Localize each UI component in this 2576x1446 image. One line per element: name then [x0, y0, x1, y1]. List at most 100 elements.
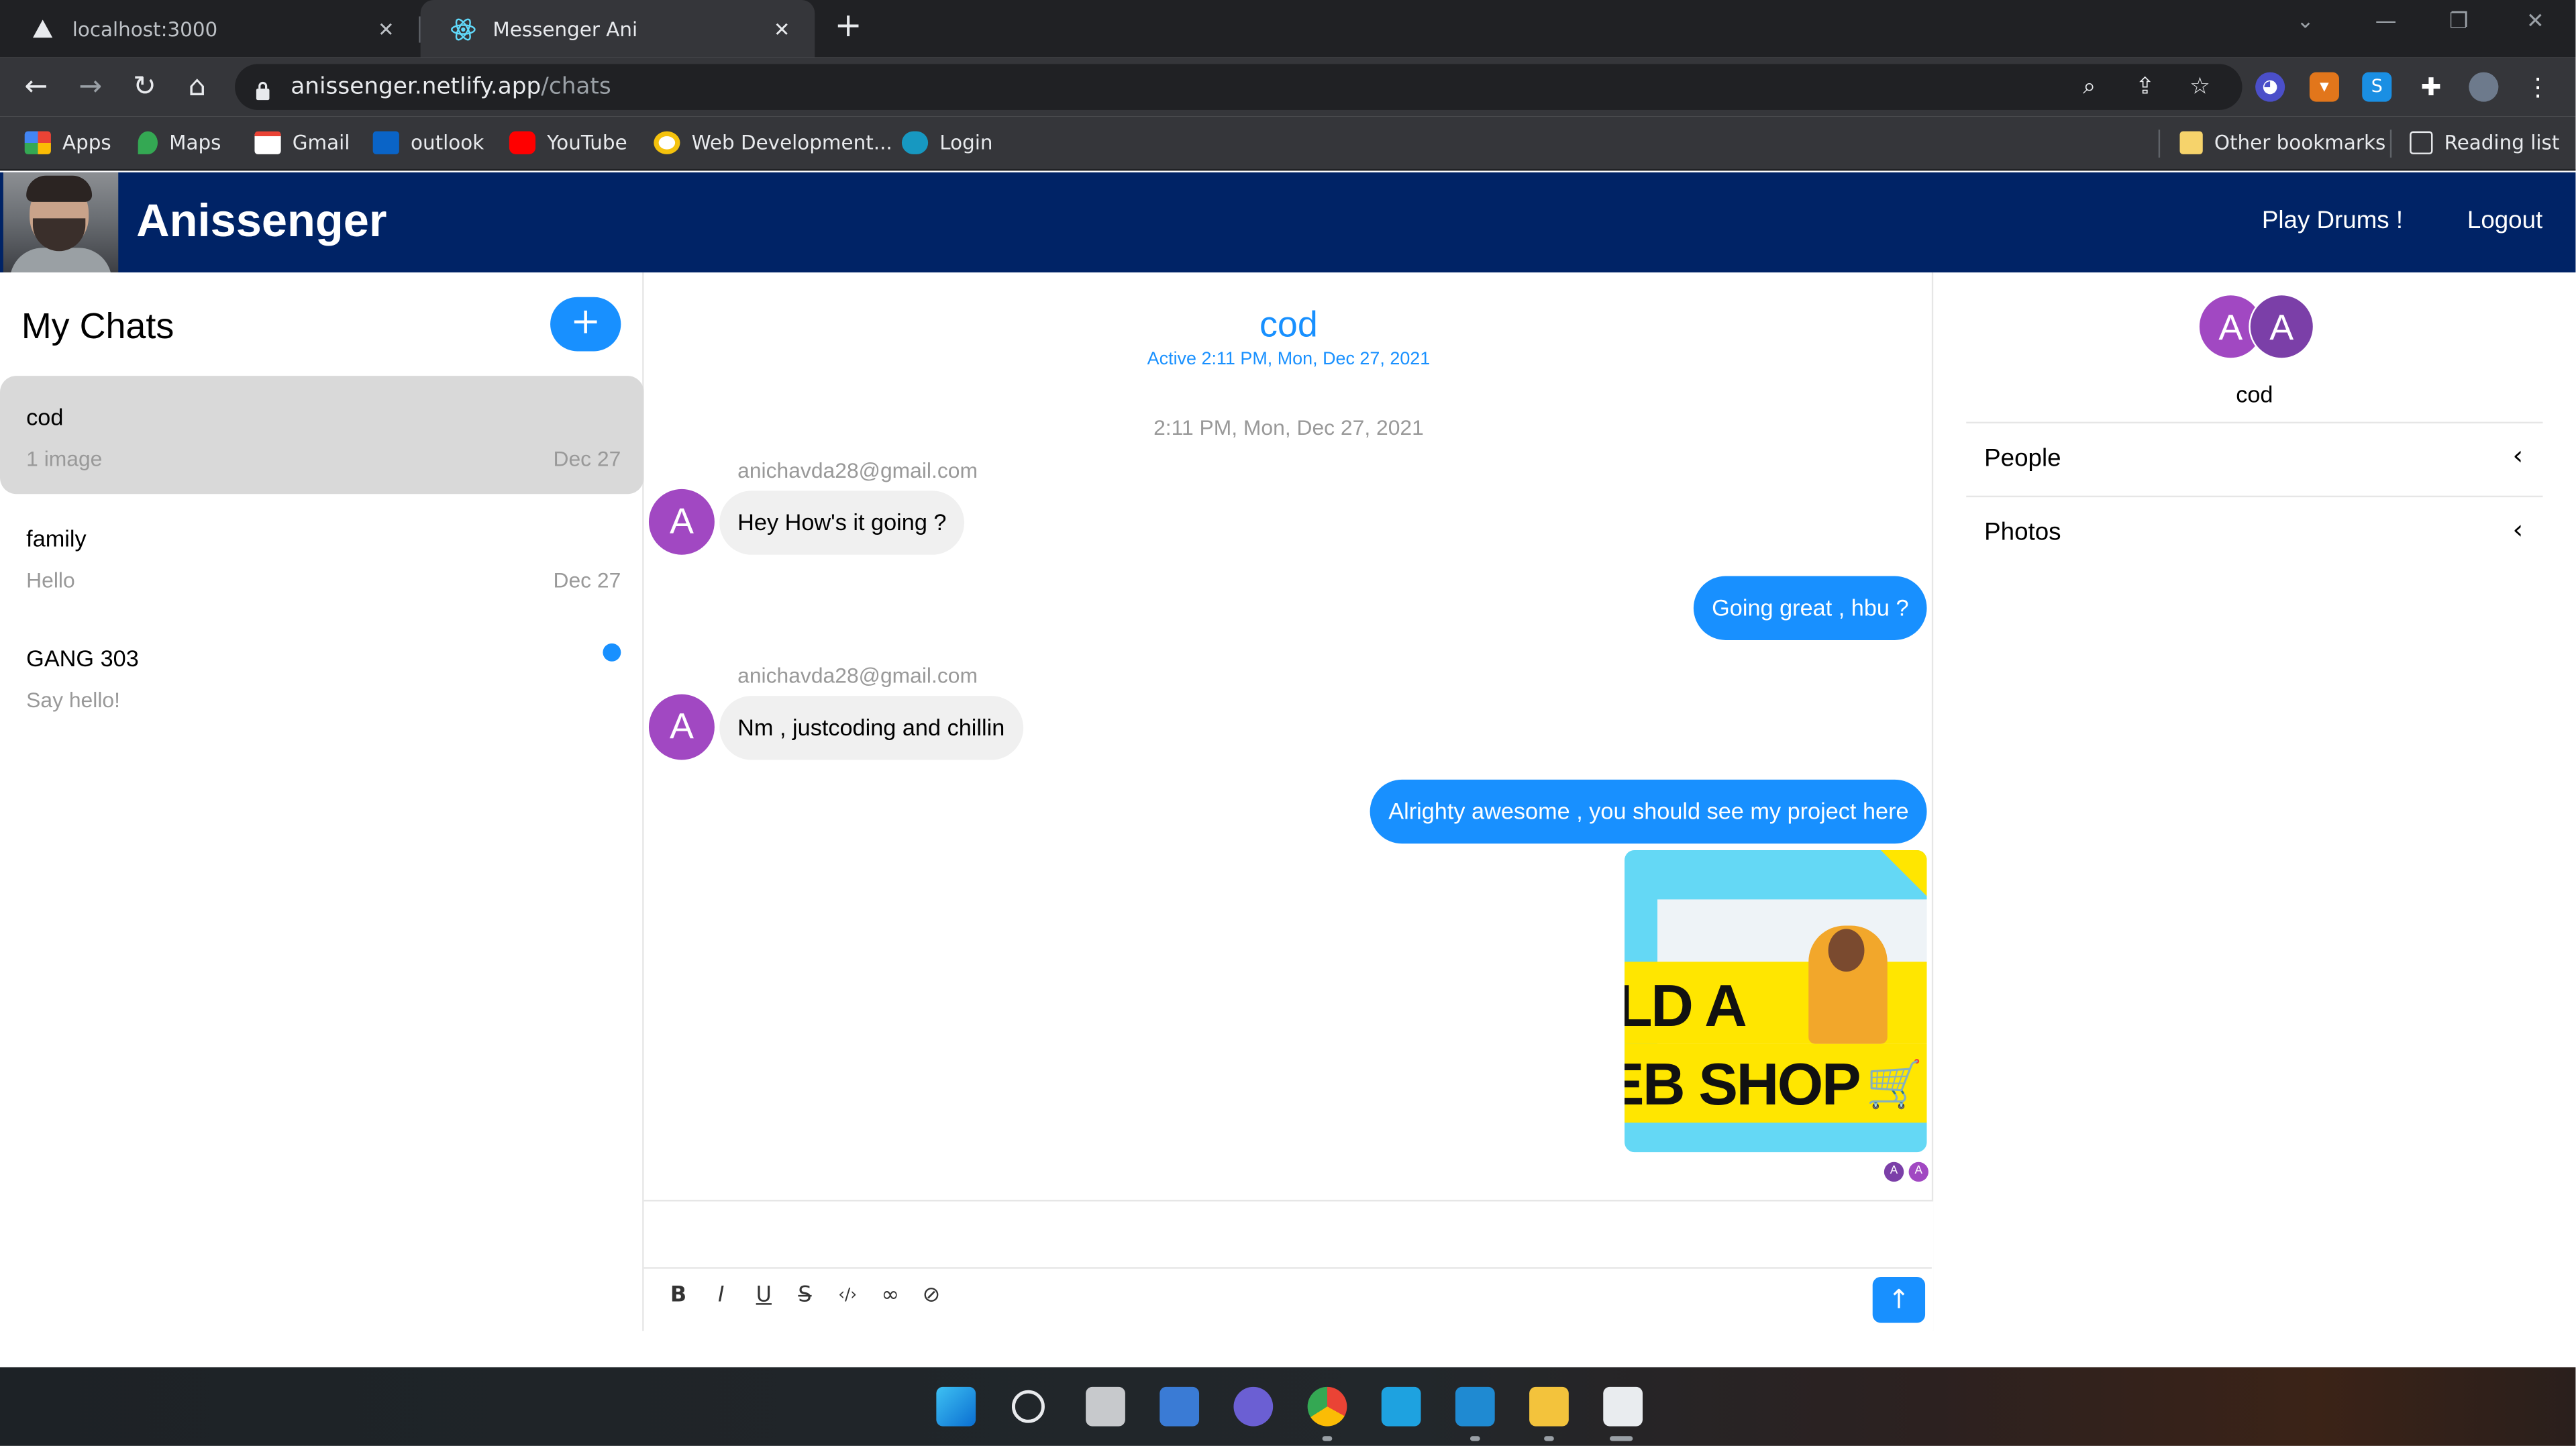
widgets-icon[interactable]: [1160, 1386, 1200, 1427]
feed-active-status: Active 2:11 PM, Mon, Dec 27, 2021: [1147, 349, 1431, 370]
tab-search-icon[interactable]: ⌄: [2296, 10, 2314, 35]
address-bar[interactable]: anissenger.netlify.app/chats ⌕ ⇪ ☆: [235, 64, 2243, 110]
forward-icon[interactable]: →: [72, 69, 109, 105]
taskbar-running-indicator: [1470, 1436, 1480, 1441]
app-header: Anissenger Play Drums ! Logout: [0, 172, 2576, 273]
chrome-icon[interactable]: [1307, 1386, 1347, 1427]
windows-start-icon[interactable]: [936, 1386, 976, 1427]
bookmark-label: outlook: [411, 131, 484, 154]
attachment-text-line2: EB SHOP: [1625, 1050, 1861, 1118]
react-atom-icon: [450, 15, 476, 42]
link-icon[interactable]: ∞: [877, 1284, 903, 1310]
bookmark-youtube[interactable]: YouTube: [509, 128, 627, 158]
bookmark-label: Gmail: [292, 131, 350, 154]
apps-grid-icon: [24, 131, 51, 154]
message-sender: anichavda28@gmail.com: [737, 458, 978, 483]
bookmark-login[interactable]: Login: [901, 128, 993, 158]
settings-photos-row[interactable]: Photos ‹: [1966, 497, 2542, 570]
bookmark-web-development[interactable]: Web Development...: [654, 128, 892, 158]
metamask-fox-icon[interactable]: ▾: [2309, 72, 2339, 102]
extension-s-icon[interactable]: S: [2362, 72, 2392, 102]
tab-localhost[interactable]: localhost:3000 ✕: [0, 0, 419, 58]
extensions-puzzle-icon[interactable]: ✚: [2416, 72, 2446, 102]
bookmark-gmail[interactable]: Gmail: [254, 128, 350, 158]
underline-icon[interactable]: U: [751, 1284, 777, 1310]
chat-last-message: 1 image: [26, 446, 103, 472]
chat-card-gang-303[interactable]: GANG 303 Say hello!: [0, 617, 644, 735]
play-drums-link[interactable]: Play Drums !: [2262, 207, 2403, 235]
new-tab-icon[interactable]: +: [835, 5, 862, 44]
read-receipt-avatar: A: [1908, 1161, 1928, 1182]
settings-row-label: People: [1984, 444, 2061, 473]
chat-card-cod[interactable]: cod 1 image Dec 27: [0, 376, 644, 495]
bookmark-favicon-icon: [654, 131, 680, 154]
chat-title: GANG 303: [26, 645, 139, 672]
bookmark-label: Web Development...: [691, 131, 892, 154]
chrome-menu-icon[interactable]: ⋮: [2523, 72, 2553, 102]
gmail-icon: [254, 131, 281, 154]
outlook-icon: [372, 131, 399, 154]
reading-list[interactable]: Reading list: [2410, 128, 2559, 158]
vscode-icon[interactable]: [1455, 1386, 1495, 1427]
photo-beard: [32, 218, 86, 252]
settings-people-row[interactable]: People ‹: [1966, 423, 2542, 496]
home-icon[interactable]: ⌂: [179, 69, 215, 105]
strikethrough-icon[interactable]: S: [792, 1284, 818, 1310]
message-bubble-mine: Going great , hbu ?: [1694, 576, 1927, 640]
chevron-left-icon: ‹: [2512, 513, 2524, 546]
bookmark-label: Apps: [62, 131, 111, 154]
bold-icon[interactable]: B: [665, 1284, 691, 1310]
attachment-icon[interactable]: ⊘: [918, 1284, 944, 1310]
tab-messenger-ani[interactable]: Messenger Ani ✕: [420, 0, 815, 58]
bookmark-star-icon[interactable]: ☆: [2189, 74, 2210, 100]
taskbar-running-indicator: [1544, 1436, 1554, 1441]
app-brand: Anissenger: [136, 195, 387, 246]
profile-avatar-icon[interactable]: [2469, 72, 2499, 102]
other-bookmarks-label: Other bookmarks: [2214, 131, 2386, 154]
logout-link[interactable]: Logout: [2467, 207, 2542, 235]
chat-last-message: Say hello!: [26, 687, 120, 713]
image-attachment[interactable]: ILD A EB SHOP 🛒: [1625, 850, 1927, 1153]
teams-chat-icon[interactable]: [1233, 1386, 1274, 1427]
cloud-icon: [901, 131, 929, 154]
restore-icon[interactable]: ❐: [2449, 10, 2469, 35]
minimize-icon[interactable]: —: [2375, 10, 2397, 35]
tab-title: localhost:3000: [72, 17, 218, 40]
italic-icon[interactable]: I: [708, 1284, 734, 1310]
extension-icon[interactable]: ◕: [2255, 72, 2285, 102]
task-view-icon[interactable]: [1086, 1386, 1125, 1427]
unread-indicator: [603, 643, 621, 662]
close-tab-icon[interactable]: ✕: [769, 17, 795, 40]
message-bubble-mine: Alrighty awesome , you should see my pro…: [1370, 779, 1927, 844]
folder-icon: [2179, 131, 2203, 154]
file-explorer-icon[interactable]: [1529, 1386, 1569, 1427]
message-sender: anichavda28@gmail.com: [737, 663, 978, 688]
read-receipt-avatar: A: [1884, 1161, 1904, 1182]
share-icon[interactable]: ⇪: [2135, 74, 2155, 100]
reading-list-label: Reading list: [2444, 131, 2560, 154]
bookmark-outlook[interactable]: outlook: [372, 128, 484, 158]
bookmarks-divider: [2389, 130, 2392, 158]
bookmark-label: Maps: [169, 131, 221, 154]
close-window-icon[interactable]: ✕: [2526, 10, 2544, 35]
bookmark-maps[interactable]: Maps: [138, 128, 221, 158]
message-input[interactable]: [643, 1201, 1932, 1269]
code-icon[interactable]: ‹/›: [835, 1284, 861, 1310]
reload-icon[interactable]: ↻: [126, 69, 162, 105]
sender-avatar: A: [648, 488, 715, 555]
zoom-icon[interactable]: ⌕: [2083, 74, 2096, 100]
back-icon[interactable]: ←: [18, 69, 54, 105]
snipping-tool-icon[interactable]: [1603, 1386, 1643, 1427]
chat-card-family[interactable]: family Hello Dec 27: [0, 497, 644, 615]
new-chat-button[interactable]: +: [550, 297, 621, 352]
send-button[interactable]: ↑: [1872, 1276, 1926, 1323]
desktop-icon[interactable]: [1381, 1386, 1421, 1427]
search-icon[interactable]: [1011, 1390, 1045, 1423]
bookmarks-divider: [2158, 130, 2161, 158]
message-bubble-theirs: Nm , justcoding and chillin: [719, 696, 1023, 760]
close-tab-icon[interactable]: ✕: [373, 17, 399, 40]
other-bookmarks[interactable]: Other bookmarks: [2179, 128, 2385, 158]
user-profile-photo[interactable]: [3, 172, 119, 273]
bookmark-apps[interactable]: Apps: [24, 128, 111, 158]
settings-chat-title: cod: [2236, 380, 2273, 407]
